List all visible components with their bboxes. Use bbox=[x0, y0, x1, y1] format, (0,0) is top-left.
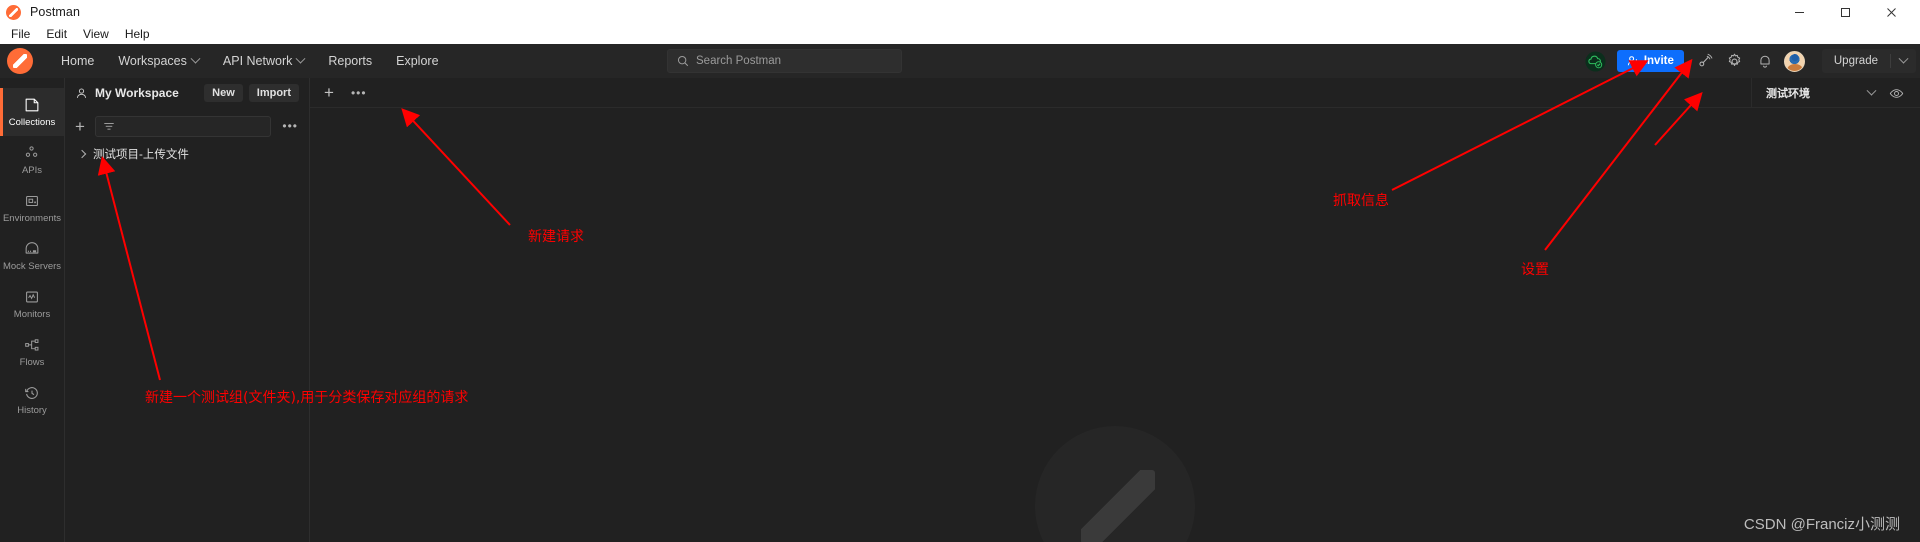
environment-quick-look-button[interactable] bbox=[1889, 86, 1920, 101]
invite-button[interactable]: Invite bbox=[1616, 50, 1684, 72]
environment-selector-area: 测试环境 bbox=[1751, 78, 1920, 108]
nav-api-network[interactable]: API Network bbox=[211, 44, 316, 78]
apis-icon bbox=[25, 146, 38, 158]
monitors-icon bbox=[26, 291, 38, 303]
sidebar-item-apis[interactable]: APIs bbox=[0, 136, 64, 184]
search-icon bbox=[677, 55, 689, 67]
search-placeholder: Search Postman bbox=[696, 55, 782, 67]
list-item[interactable]: 测试项目-上传文件 bbox=[65, 140, 309, 168]
main-content: + ••• 测试环境 bbox=[310, 78, 1920, 542]
postman-app-window: Postman File Edit View Help Home Workspa… bbox=[0, 0, 1920, 542]
maximize-icon[interactable] bbox=[1822, 0, 1868, 24]
sidebar-item-history[interactable]: History bbox=[0, 376, 64, 424]
person-add-icon bbox=[1627, 56, 1639, 66]
global-search[interactable]: Search Postman bbox=[667, 49, 902, 73]
sidebar-item-label: Monitors bbox=[13, 309, 51, 321]
menu-edit[interactable]: Edit bbox=[39, 26, 74, 42]
minimize-icon[interactable] bbox=[1776, 0, 1822, 24]
nav-explore[interactable]: Explore bbox=[384, 44, 450, 78]
nav-home[interactable]: Home bbox=[49, 44, 106, 78]
sidebar-item-environments[interactable]: Environments bbox=[0, 184, 64, 232]
request-tab-bar: + ••• 测试环境 bbox=[310, 78, 1920, 108]
upgrade-control: Upgrade bbox=[1821, 49, 1916, 73]
tab-more-options-button[interactable]: ••• bbox=[348, 86, 370, 100]
invite-label: Invite bbox=[1643, 55, 1674, 67]
sidebar-item-mock-servers[interactable]: Mock Servers bbox=[0, 232, 64, 280]
collections-toolbar: + ••• bbox=[65, 112, 309, 140]
collections-more-options-button[interactable]: ••• bbox=[279, 119, 301, 133]
person-icon bbox=[76, 87, 87, 98]
menu-file[interactable]: File bbox=[4, 26, 37, 42]
sidebar-item-collections[interactable]: Collections bbox=[0, 88, 64, 136]
app-body: Collections APIs Environments Mock Serve… bbox=[0, 78, 1920, 542]
nav-explore-label: Explore bbox=[396, 54, 439, 68]
window-title: Postman bbox=[30, 5, 81, 19]
workspace-name: My Workspace bbox=[95, 86, 179, 100]
environment-dropdown-button[interactable] bbox=[1810, 85, 1889, 97]
nav-workspaces-label: Workspaces bbox=[118, 54, 187, 68]
gear-icon[interactable] bbox=[1720, 46, 1750, 76]
new-request-button[interactable]: + bbox=[324, 84, 334, 101]
close-icon[interactable] bbox=[1868, 0, 1914, 24]
filter-icon bbox=[104, 122, 114, 130]
top-navigation-bar: Home Workspaces API Network Reports Expl… bbox=[0, 44, 1920, 78]
upgrade-dropdown-button[interactable] bbox=[1891, 53, 1916, 65]
sidebar-rail: Collections APIs Environments Mock Serve… bbox=[0, 78, 65, 542]
nav-reports[interactable]: Reports bbox=[316, 44, 384, 78]
postman-logo-icon bbox=[6, 4, 21, 20]
collection-name: 测试项目-上传文件 bbox=[93, 149, 189, 161]
history-icon bbox=[25, 387, 38, 400]
sidebar-item-label: Collections bbox=[8, 117, 56, 129]
menu-help[interactable]: Help bbox=[118, 26, 157, 42]
sidebar-item-label: APIs bbox=[21, 165, 43, 177]
top-nav-right-controls: Invite Upgrade bbox=[1581, 44, 1920, 78]
import-button[interactable]: Import bbox=[248, 84, 299, 102]
new-collection-button[interactable]: + bbox=[73, 118, 87, 135]
menu-view[interactable]: View bbox=[76, 26, 116, 42]
workspace-header: My Workspace New Import bbox=[65, 78, 309, 108]
flows-icon bbox=[25, 339, 39, 351]
bell-icon[interactable] bbox=[1750, 46, 1780, 76]
postman-watermark-logo bbox=[1035, 426, 1195, 542]
sidebar-item-label: History bbox=[17, 405, 47, 417]
avatar[interactable] bbox=[1780, 46, 1810, 76]
chevron-down-icon bbox=[1898, 53, 1909, 64]
nav-api-network-label: API Network bbox=[222, 54, 293, 68]
nav-home-label: Home bbox=[61, 54, 95, 68]
broadcast-icon[interactable] bbox=[1690, 46, 1720, 76]
chevron-down-icon bbox=[295, 53, 306, 64]
collections-icon bbox=[25, 98, 39, 112]
chevron-down-icon bbox=[1866, 85, 1877, 96]
search-input[interactable]: Search Postman bbox=[667, 49, 902, 73]
cloud-sync-icon[interactable] bbox=[1581, 46, 1611, 76]
upgrade-button[interactable]: Upgrade bbox=[1822, 55, 1890, 67]
workspace-actions: New Import bbox=[204, 84, 299, 102]
menu-bar: File Edit View Help bbox=[0, 24, 1920, 44]
sidebar-item-monitors[interactable]: Monitors bbox=[0, 280, 64, 328]
mock-servers-icon bbox=[25, 242, 39, 254]
sidebar-item-flows[interactable]: Flows bbox=[0, 328, 64, 376]
collections-filter-input[interactable] bbox=[94, 115, 272, 137]
sidebar-item-label: Environments bbox=[2, 213, 62, 225]
nav-reports-label: Reports bbox=[328, 54, 373, 68]
environments-icon bbox=[26, 196, 38, 207]
csdn-watermark: CSDN @Franciz小测测 bbox=[1743, 516, 1900, 533]
chevron-right-icon[interactable] bbox=[77, 149, 87, 159]
eye-icon bbox=[1889, 88, 1904, 98]
window-controls bbox=[1776, 0, 1914, 24]
sidebar-item-label: Mock Servers bbox=[2, 261, 62, 273]
sidebar-item-label: Flows bbox=[19, 357, 45, 369]
chevron-down-icon bbox=[190, 53, 201, 64]
environment-name[interactable]: 测试环境 bbox=[1766, 85, 1810, 101]
postman-logo-icon[interactable] bbox=[7, 48, 33, 74]
title-bar: Postman bbox=[0, 0, 1920, 24]
nav-workspaces[interactable]: Workspaces bbox=[106, 44, 211, 78]
new-button[interactable]: New bbox=[204, 84, 243, 102]
workspace-panel: My Workspace New Import + ••• 测试项目-上传文件 bbox=[65, 78, 310, 542]
